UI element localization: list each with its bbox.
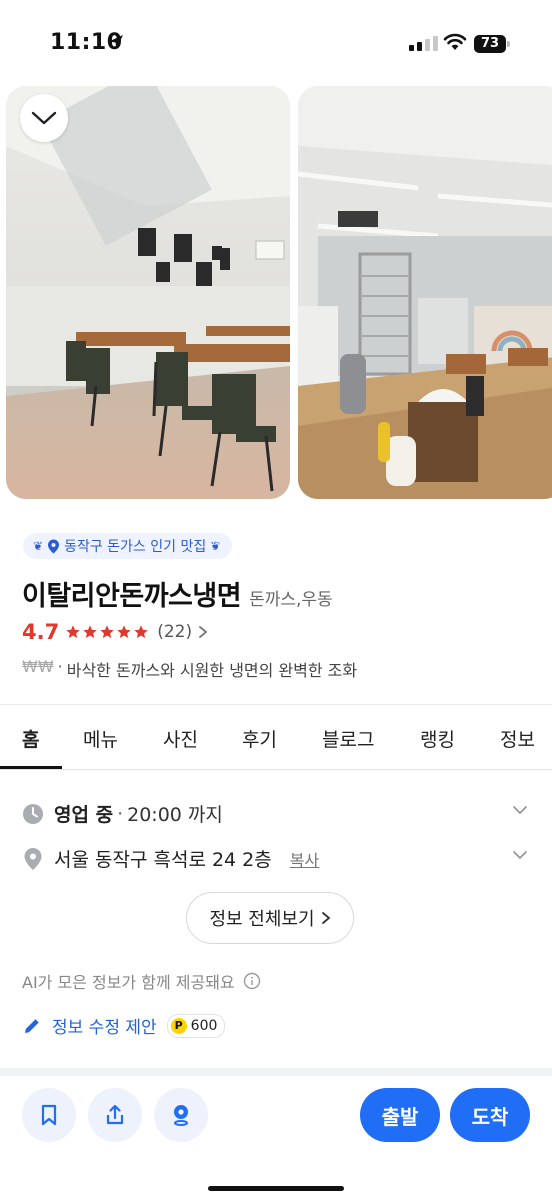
share-button[interactable] [88, 1088, 142, 1142]
suggest-edit-label: 정보 수정 제안 [52, 1018, 157, 1038]
tab-blog[interactable]: 블로그 [322, 725, 374, 752]
map-pin-icon [24, 847, 42, 870]
info-icon[interactable] [243, 972, 261, 990]
popular-badge[interactable]: ❦ 동작구 돈가스 인기 맛집 ❦ [23, 533, 233, 559]
section-divider [0, 1068, 552, 1076]
ai-note-text: AI가 모은 정보가 함께 제공돼요 [22, 973, 235, 992]
collapse-button[interactable] [20, 94, 68, 142]
place-name: 이탈리안돈까스냉면 [22, 581, 242, 612]
tab-bar: 홈 메뉴 사진 후기 블로그 랭킹 정보 [0, 704, 552, 770]
suggest-edit-row[interactable]: 정보 수정 제안 P 600 [22, 1013, 226, 1038]
points-value: 600 [190, 1017, 218, 1034]
photo-gallery[interactable] [0, 86, 552, 499]
view-full-info-label: 정보 전체보기 [209, 909, 315, 930]
save-button[interactable] [22, 1088, 76, 1142]
place-description: 바삭한 돈까스와 시원한 냉면의 완벽한 조화 [66, 661, 358, 680]
review-count[interactable]: (22) [157, 622, 192, 642]
tab-home[interactable]: 홈 [22, 725, 39, 752]
tab-reviews[interactable]: 후기 [242, 725, 277, 752]
star-icon [83, 625, 97, 638]
chevron-right-icon [199, 626, 208, 638]
rating-row[interactable]: 4.7 (22) [22, 620, 208, 644]
description-row: ₩₩ · 바삭한 돈까스와 시원한 냉면의 완벽한 조화 [22, 657, 357, 681]
place-category: 돈까스,우동 [249, 590, 333, 610]
bookmark-icon [41, 1104, 57, 1126]
tab-info[interactable]: 정보 [500, 725, 535, 752]
battery-tip [507, 41, 510, 47]
pencil-icon [25, 1018, 39, 1033]
open-status: 영업 중 [54, 804, 114, 826]
status-bar: 11:10 73 [0, 0, 552, 86]
star-icon [66, 625, 80, 638]
hours-row[interactable]: 영업 중 · 20:00 까지 [22, 800, 223, 827]
address-row[interactable]: 서울 동작구 흑석로 24 2층 복사 [22, 845, 319, 872]
point-coin-icon: P [170, 1017, 187, 1034]
copy-address-button[interactable]: 복사 [290, 847, 319, 871]
tab-photos[interactable]: 사진 [163, 725, 198, 752]
restaurant-photo-kitchen[interactable] [298, 86, 552, 499]
tab-ranking[interactable]: 랭킹 [420, 725, 455, 752]
interior-photo-image [6, 86, 290, 499]
wifi-icon [443, 33, 467, 50]
active-tab-indicator [0, 766, 62, 769]
share-icon [106, 1104, 124, 1125]
star-icon [117, 625, 131, 638]
depart-button[interactable]: 출발 [360, 1088, 440, 1142]
points-badge: P 600 [166, 1013, 226, 1038]
chevron-down-icon[interactable] [512, 805, 528, 815]
close-time: 20:00 까지 [127, 804, 223, 826]
ai-note: AI가 모은 정보가 함께 제공돼요 [22, 969, 261, 993]
star-rating [65, 624, 149, 640]
location-arrow-icon [109, 35, 123, 49]
restaurant-photo-interior[interactable] [6, 86, 290, 499]
title-row: 이탈리안돈까스냉면 돈까스,우동 [22, 574, 333, 613]
rating-value: 4.7 [22, 620, 60, 644]
battery-indicator: 73 [474, 35, 506, 53]
tab-menu[interactable]: 메뉴 [83, 725, 118, 752]
star-icon [100, 625, 114, 638]
home-indicator [208, 1186, 344, 1191]
cell-signal-icon [409, 36, 438, 51]
laurel-left-icon: ❦ [33, 539, 44, 553]
chevron-right-icon [321, 912, 330, 924]
hours-separator: · [117, 802, 124, 825]
arrive-button[interactable]: 도착 [450, 1088, 530, 1142]
chevron-down-icon[interactable] [512, 850, 528, 860]
separator-dot: · [57, 657, 63, 676]
price-level: ₩₩ [22, 657, 54, 676]
clock-icon [23, 803, 43, 824]
kitchen-photo-image [298, 86, 552, 499]
view-full-info-button[interactable]: 정보 전체보기 [186, 892, 354, 944]
address-text: 서울 동작구 흑석로 24 2층 [54, 849, 272, 871]
chevron-down-icon [31, 111, 57, 125]
laurel-right-icon: ❦ [210, 539, 221, 553]
badge-label: 동작구 돈가스 인기 맛집 [64, 539, 207, 555]
pin-icon [48, 539, 60, 553]
map-pin-icon [174, 1105, 188, 1126]
star-icon [134, 625, 148, 638]
street-view-button[interactable] [154, 1088, 208, 1142]
